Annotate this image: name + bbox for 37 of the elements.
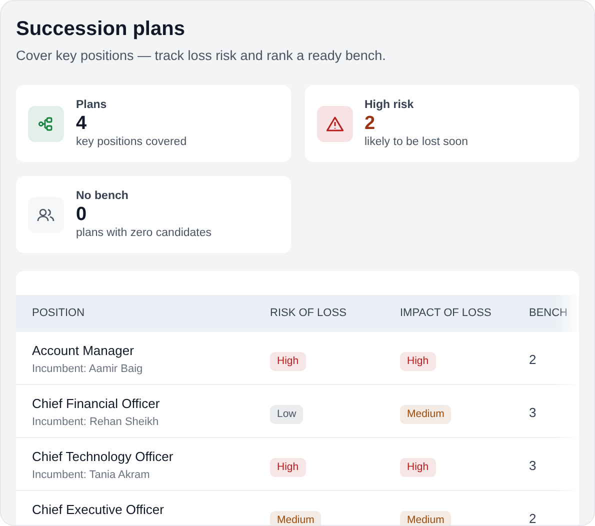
- page-title: Succession plans: [16, 17, 186, 41]
- position-name: Chief Executive Officer: [32, 500, 165, 518]
- risk-badge: Low: [270, 404, 304, 424]
- stat-value: 4: [76, 112, 88, 135]
- incumbent-name: Incumbent: Tania Akram: [32, 468, 151, 482]
- stat-value: 2: [364, 112, 376, 135]
- position-name: Chief Technology Officer: [32, 448, 174, 464]
- warning-icon: [326, 116, 344, 132]
- bench-count: 2: [529, 352, 536, 366]
- incumbent-name: Incumbent: Aamir Baig: [32, 362, 144, 376]
- stat-label: Plans: [76, 98, 108, 112]
- risk-badge: High: [270, 458, 306, 476]
- stat-label: No bench: [76, 189, 130, 203]
- hierarchy-icon: [38, 116, 54, 132]
- risk-badge: High: [270, 352, 306, 370]
- stat-caption: plans with zero candidates: [76, 226, 212, 240]
- stat-value: 0: [76, 203, 88, 226]
- impact-badge: Medium: [400, 510, 452, 525]
- stat-caption: key positions covered: [76, 135, 187, 149]
- incumbent-name: Incumbent: Rehan Sheikh: [32, 414, 160, 428]
- impact-badge: Medium: [400, 404, 452, 424]
- bench-count: 3: [529, 458, 536, 472]
- stat-label: High risk: [364, 98, 415, 112]
- position-name: Account Manager: [32, 342, 135, 358]
- column-header: RISK OF LOSS: [270, 295, 400, 331]
- risk-badge: Medium: [270, 510, 322, 525]
- column-header: BENCH: [529, 295, 579, 331]
- people-icon: [37, 208, 55, 222]
- position-name: Chief Financial Officer: [32, 394, 161, 412]
- column-header: POSITION: [16, 295, 270, 331]
- impact-badge: High: [400, 458, 436, 476]
- bench-count: 2: [529, 510, 536, 525]
- impact-badge: High: [400, 352, 436, 370]
- page-subtitle: Cover key positions — track loss risk and rank a ready bench.: [16, 47, 387, 65]
- column-header: IMPACT OF LOSS: [400, 295, 529, 331]
- stat-caption: likely to be lost soon: [364, 135, 468, 149]
- bench-count: 3: [529, 404, 536, 420]
